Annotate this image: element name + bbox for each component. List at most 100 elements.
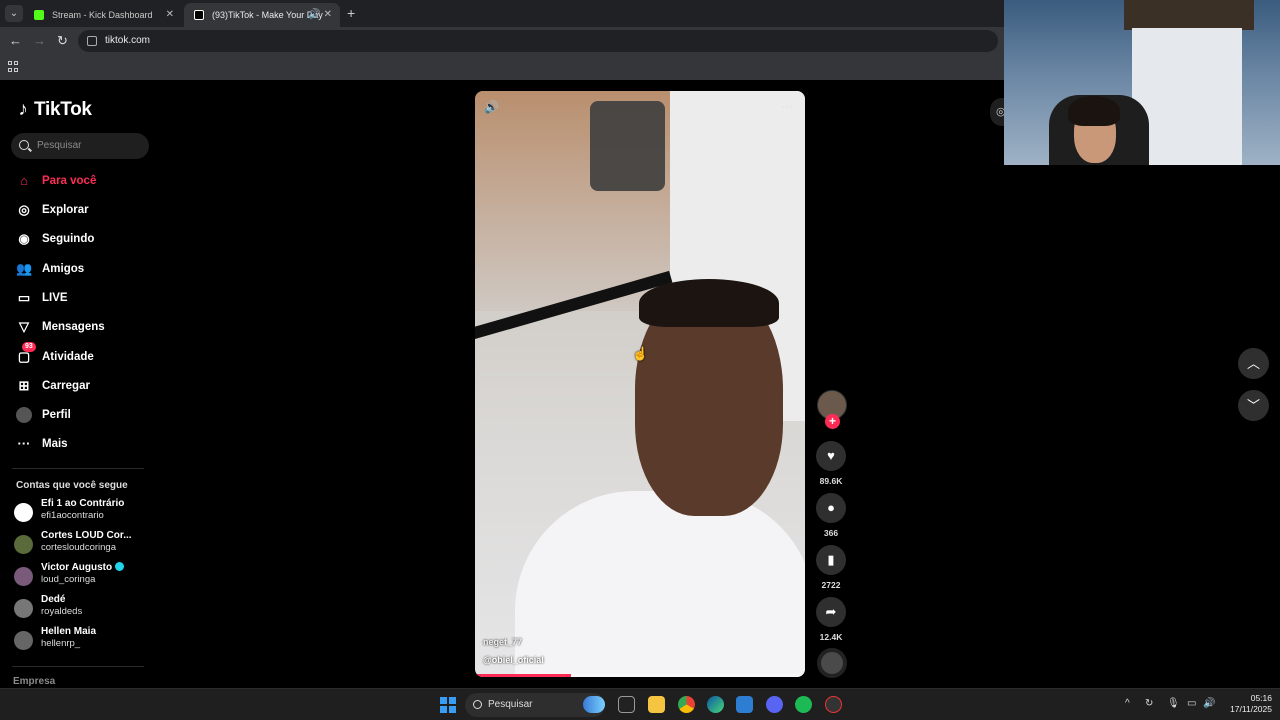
share-icon: ➦ [825,604,837,619]
chevron-up-icon: ︿ [1246,356,1260,371]
share-count: 12.4K [819,632,843,642]
comment-button[interactable]: ● [816,493,846,523]
following-icon: ◉ [18,231,30,246]
like-button[interactable]: ♥ [816,441,846,471]
spotify-icon[interactable] [795,696,812,713]
save-count: 2722 [821,580,841,590]
messages-icon: ▽ [19,319,29,334]
tray-sync-icon[interactable]: ↻ [1145,698,1153,709]
footer-empresa-link[interactable]: Empresa [13,676,55,687]
nav-carregar[interactable]: ⊞ Carregar [14,375,90,397]
tab-search-menu-button[interactable]: ⌄ [5,5,23,22]
tray-chevron-icon[interactable]: ^ [1125,698,1130,709]
tab-title: Stream - Kick Dashboard [52,10,153,20]
video-chair [590,101,665,191]
following-section-title: Contas que você segue [16,480,128,491]
comment-count: 366 [823,528,839,538]
avatar [14,503,33,522]
video-overlay-username: neget_77 [483,637,523,647]
copilot-icon[interactable] [583,696,605,713]
more-options-icon[interactable]: ··· [781,99,793,113]
forward-button[interactable]: → [33,33,46,48]
nav-para-voce[interactable]: ⌂ Para você [14,170,96,192]
tab-tiktok[interactable]: (93)TikTok - Make Your Day 🔊 ✕ [184,3,340,27]
video-player[interactable]: 🔊 ··· neget_77 @obiel_oficial [475,91,805,677]
follow-plus-icon[interactable]: + [825,414,840,429]
taskbar: Pesquisar ^ ↻ 🎙 ▭ 🔊 05:16 17/11/2025 [0,688,1280,720]
share-button[interactable]: ➦ [816,597,846,627]
next-video-button[interactable]: ﹀ [1238,390,1269,421]
outlook-icon[interactable] [736,696,753,713]
site-info-icon[interactable] [87,36,97,46]
edge-icon[interactable] [707,696,724,713]
hand-cursor-icon: ☝ [632,346,649,361]
nav-seguindo[interactable]: ◉ Seguindo [14,228,94,250]
video-progress-bar[interactable] [475,674,805,677]
microphone-icon[interactable]: 🎙 [1167,698,1180,709]
bookmark-icon: ▮ [827,552,835,567]
windows-start-icon[interactable] [440,697,456,713]
avatar [14,567,33,586]
previous-video-button[interactable]: ︿ [1238,348,1269,379]
nav-live[interactable]: ▭ LIVE [14,287,68,309]
volume-icon[interactable]: 🔊 [1203,698,1215,709]
clock-time: 05:16 [1250,693,1272,703]
activity-badge: 93 [22,342,36,352]
avatar [14,599,33,618]
verified-badge-icon [115,562,125,571]
nav-mensagens[interactable]: ▽ Mensagens [14,316,105,338]
nav-mais[interactable]: ··· Mais [14,433,68,455]
back-button[interactable]: ← [9,33,22,48]
save-button[interactable]: ▮ [816,545,846,575]
close-tab-icon[interactable]: 🔊 ✕ [308,3,332,27]
upload-icon: ⊞ [18,378,30,393]
system-clock[interactable]: 05:16 17/11/2025 [1222,693,1272,715]
tiktok-logo[interactable]: ♪ TikTok [16,99,92,121]
nav-atividade[interactable]: ▢ 93 Atividade [14,342,94,368]
close-tab-icon[interactable]: ✕ [166,3,174,27]
apps-grid-icon[interactable] [8,61,19,72]
video-person-hair [639,279,779,327]
clock-date: 17/11/2025 [1230,704,1272,714]
search-input[interactable]: Pesquisar [11,133,149,159]
search-icon [19,140,29,150]
chrome-icon[interactable] [678,696,695,713]
tab-title: (93)TikTok - Make Your Day [212,10,323,20]
friends-icon: 👥 [16,261,33,276]
task-view-icon[interactable] [618,696,635,713]
divider [12,468,144,469]
tiktok-note-icon: ♪ [18,99,28,120]
webcam-shelf [1124,0,1254,30]
avatar [14,535,33,554]
home-icon: ⌂ [20,173,28,188]
url-text: tiktok.com [105,35,151,46]
new-tab-button[interactable]: + [347,5,355,21]
kick-favicon-icon [34,10,44,20]
more-icon: ··· [17,436,31,451]
video-person-shirt [515,491,805,677]
live-icon: ▭ [17,290,31,305]
reload-button[interactable]: ↻ [57,33,68,49]
tab-kick-dashboard[interactable]: Stream - Kick Dashboard ✕ [24,3,182,27]
search-icon [473,700,482,709]
url-field[interactable]: tiktok.com [78,30,998,52]
app-icon[interactable] [825,696,842,713]
nav-amigos[interactable]: 👥 Amigos [14,258,84,280]
discord-icon[interactable] [766,696,783,713]
nav-perfil[interactable]: Perfil [14,404,71,426]
divider [12,666,144,667]
profile-icon [16,407,32,423]
music-disc-icon[interactable] [817,648,847,678]
video-progress-fill [475,674,571,677]
chevron-down-icon: ﹀ [1246,398,1260,413]
volume-icon[interactable]: 🔊 [484,100,499,114]
avatar [14,631,33,650]
nav-explorar[interactable]: ◎ Explorar [14,199,88,221]
heart-icon: ♥ [827,448,835,463]
webcam-overlay [1004,0,1280,165]
file-explorer-icon[interactable] [648,696,665,713]
search-placeholder: Pesquisar [37,140,82,151]
video-author-handle[interactable]: @obiel_oficial [483,655,544,665]
network-icon[interactable]: ▭ [1187,698,1196,709]
comment-icon: ● [827,500,835,515]
